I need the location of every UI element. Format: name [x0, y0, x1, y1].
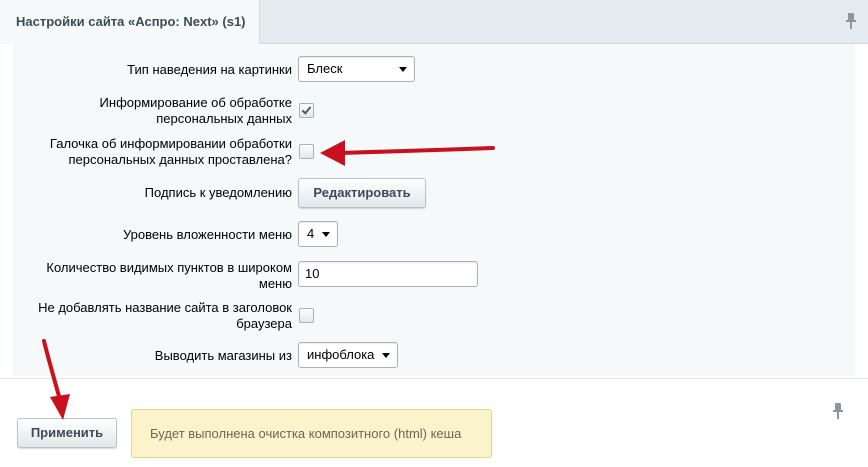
stores-source-label: Выводить магазины из — [154, 348, 292, 363]
no-site-name-label-line1: Не добавлять название сайта в заголовок — [38, 300, 292, 315]
footer-bar: Применить Будет выполнена очистка композ… — [0, 378, 868, 467]
pin-icon[interactable] — [832, 403, 844, 419]
wide-menu-label-line1: Количество видимых пунктов в широком — [46, 260, 292, 275]
chevron-down-icon — [399, 67, 407, 72]
hover-type-label: Тип наведения на картинки — [127, 62, 292, 77]
stores-source-value: инфоблока — [307, 347, 375, 362]
no-site-name-checkbox[interactable] — [299, 308, 314, 323]
inform-default-label: Галочка об информировании обработки перс… — [50, 136, 292, 168]
tab-bar: Настройки сайта «Аспро: Next» (s1) — [0, 0, 868, 44]
inform-default-label-line1: Галочка об информировании обработки — [49, 136, 292, 151]
inform-processing-label: Информирование об обработке персональных… — [100, 95, 292, 127]
notification-signature-label: Подпись к уведомлению — [144, 185, 292, 200]
edit-button[interactable]: Редактировать — [298, 178, 426, 208]
menu-depth-select[interactable]: 4 — [298, 221, 338, 247]
wide-menu-label-line2: меню — [258, 276, 292, 291]
wide-menu-input[interactable]: 10 — [298, 261, 478, 287]
chevron-down-icon — [382, 353, 390, 358]
wide-menu-label: Количество видимых пунктов в широком мен… — [46, 260, 292, 292]
pin-icon[interactable] — [845, 13, 857, 29]
apply-button[interactable]: Применить — [17, 418, 117, 448]
inform-processing-checkbox[interactable] — [299, 103, 314, 118]
inform-processing-label-line1: Информирование об обработке — [99, 95, 292, 110]
chevron-down-icon — [322, 232, 330, 237]
inform-default-checkbox[interactable] — [299, 144, 314, 159]
checkmark-icon — [301, 104, 312, 115]
menu-depth-value: 4 — [307, 226, 315, 241]
cache-notice: Будет выполнена очистка композитного (ht… — [131, 409, 492, 458]
stores-source-select[interactable]: инфоблока — [298, 342, 398, 368]
tab-site-settings[interactable]: Настройки сайта «Аспро: Next» (s1) — [0, 0, 260, 44]
no-site-name-label-line2: браузера — [236, 316, 292, 331]
no-site-name-label: Не добавлять название сайта в заголовок … — [38, 300, 292, 332]
settings-panel: Тип наведения на картинки Блеск Информир… — [13, 44, 855, 376]
inform-default-label-line2: персональных данных проставлена? — [68, 152, 292, 167]
hover-type-select[interactable]: Блеск — [298, 56, 415, 82]
hover-type-value: Блеск — [307, 61, 343, 76]
inform-processing-label-line2: персональных данных — [156, 111, 292, 126]
menu-depth-label: Уровень вложенности меню — [122, 227, 292, 242]
